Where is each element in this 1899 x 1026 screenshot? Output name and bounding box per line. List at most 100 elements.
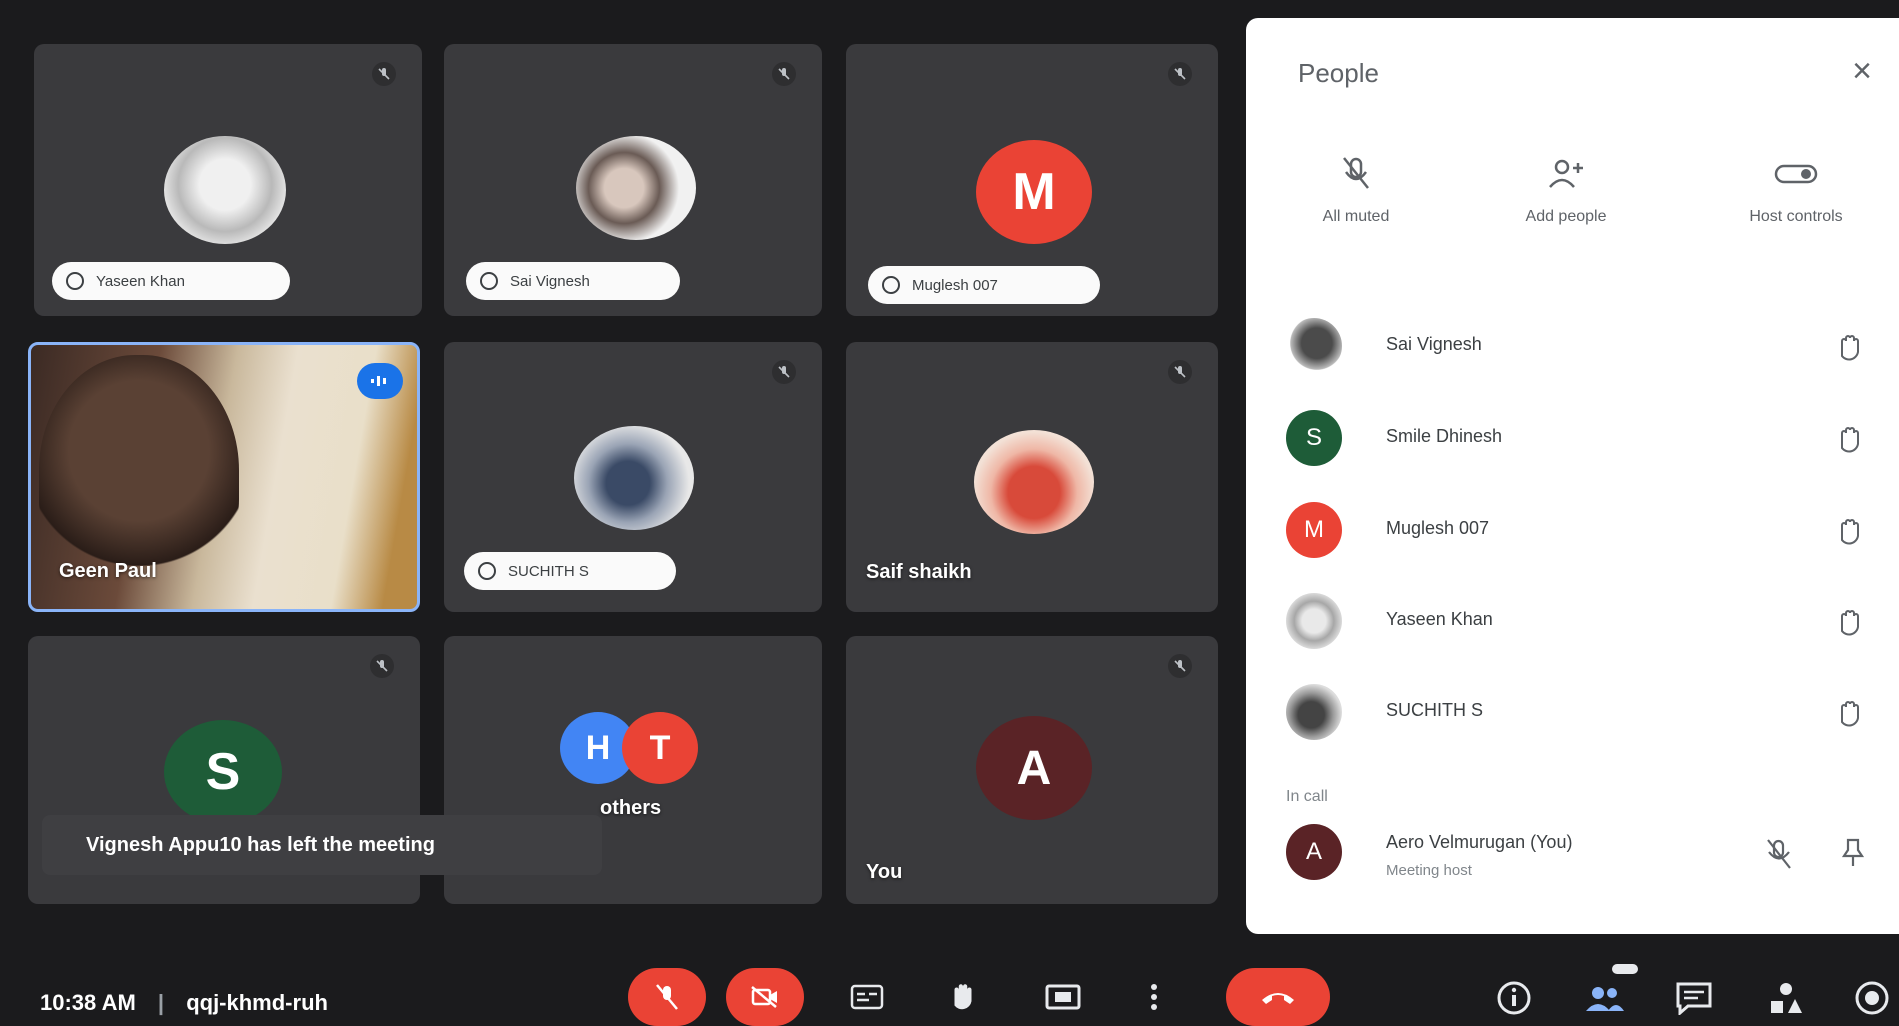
participant-row[interactable]: Sai Vignesh <box>1286 318 1886 382</box>
participant-name: Yaseen Khan <box>1386 609 1493 629</box>
raise-hand-button[interactable] <box>934 968 992 1026</box>
participant-name: SUCHITH S <box>1386 700 1484 720</box>
hand-icon[interactable] <box>1836 698 1864 730</box>
meeting-stage: Yaseen Khan Sai Vignesh M Muglesh 007 Ge… <box>0 0 1899 1026</box>
participant-name: Muglesh 007 <box>1386 518 1490 538</box>
mic-off-icon[interactable] <box>1764 838 1794 870</box>
separator: | <box>157 990 165 1015</box>
shield-lock-icon <box>1855 981 1889 1015</box>
left-meeting-toast: Vignesh Appu10 has left the meeting <box>42 815 602 875</box>
tile-suchith[interactable]: SUCHITH S <box>444 342 822 612</box>
hand-icon[interactable] <box>1836 424 1864 456</box>
participant-avatar <box>1286 684 1342 740</box>
present-screen-icon <box>1045 984 1081 1010</box>
participant-name: Aero Velmurugan (You) <box>1386 832 1573 852</box>
participant-row[interactable]: Yaseen Khan <box>1286 593 1886 657</box>
participant-avatar: A <box>1286 824 1342 880</box>
add-person-icon <box>1466 150 1666 198</box>
tile-sai-vignesh[interactable]: Sai Vignesh <box>444 44 822 316</box>
people-count-badge <box>1612 964 1638 974</box>
people-panel: People × All muted Add people Host contr… <box>1246 18 1899 934</box>
mic-off-icon <box>1168 360 1192 384</box>
hand-icon[interactable] <box>1836 516 1864 548</box>
tile-yaseen-khan[interactable]: Yaseen Khan <box>34 44 422 316</box>
add-people-button[interactable]: Add people <box>1466 150 1666 226</box>
speaking-indicator-icon <box>357 363 403 399</box>
chat-icon <box>1676 982 1712 1015</box>
avatar-photo <box>164 136 286 244</box>
pin-icon <box>882 276 900 294</box>
people-icon <box>1586 987 1624 1011</box>
pin-icon <box>478 562 496 580</box>
mic-off-icon <box>370 654 394 678</box>
toast-text: Vignesh Appu10 has left the meeting <box>86 833 435 856</box>
participant-name: Geen Paul <box>59 560 157 582</box>
control-label: All muted <box>1322 208 1390 225</box>
chat-button[interactable] <box>1674 978 1714 1018</box>
participant-row-host[interactable]: A Aero Velmurugan (You) Meeting host <box>1286 824 1886 888</box>
control-label: Host controls <box>1749 208 1843 225</box>
captions-button[interactable] <box>838 968 896 1026</box>
info-icon <box>1497 981 1531 1015</box>
hand-icon[interactable] <box>1836 332 1864 364</box>
people-button[interactable] <box>1584 964 1638 1018</box>
mic-off-icon <box>772 360 796 384</box>
mic-off-icon <box>372 62 396 86</box>
in-call-section-label: In call <box>1286 788 1328 805</box>
all-muted-button[interactable]: All muted <box>1256 150 1456 226</box>
panel-title: People <box>1298 58 1379 88</box>
present-button[interactable] <box>1034 968 1092 1026</box>
hand-icon <box>954 984 972 1010</box>
host-safety-button[interactable] <box>1852 978 1892 1018</box>
pin-icon[interactable] <box>1842 838 1864 868</box>
mic-off-icon <box>1256 150 1456 198</box>
close-icon[interactable]: × <box>1852 54 1872 88</box>
participant-name: Saif shaikh <box>866 561 972 583</box>
camera-off-icon <box>751 986 777 1008</box>
speaker-video <box>39 355 239 595</box>
pin-icon <box>66 272 84 290</box>
name-pill: SUCHITH S <box>464 552 676 590</box>
camera-off-button[interactable] <box>726 968 804 1026</box>
more-options-button[interactable] <box>1134 968 1174 1026</box>
mic-off-icon <box>656 984 678 1010</box>
participant-avatar <box>1286 593 1342 649</box>
participant-avatar: M <box>1286 502 1342 558</box>
participant-name: SUCHITH S <box>508 562 589 580</box>
participant-row[interactable]: SUCHITH S <box>1286 684 1886 748</box>
more-vert-icon <box>1151 984 1157 1010</box>
tile-you[interactable]: A You <box>846 636 1218 904</box>
avatar-photo <box>574 426 694 530</box>
participant-avatar: S <box>1286 410 1342 466</box>
pin-icon <box>480 272 498 290</box>
meeting-code: qqj-khmd-ruh <box>186 990 328 1015</box>
participant-row[interactable]: M Muglesh 007 <box>1286 502 1886 566</box>
participant-role: Meeting host <box>1386 862 1472 879</box>
participant-name: Sai Vignesh <box>1386 334 1482 354</box>
avatar-photo <box>576 136 696 240</box>
tile-active-speaker[interactable]: Geen Paul <box>28 342 420 612</box>
avatar-initial: M <box>976 140 1092 244</box>
participant-name: Smile Dhinesh <box>1386 426 1503 446</box>
leave-call-button[interactable] <box>1226 968 1330 1026</box>
host-controls-button[interactable]: Host controls <box>1696 150 1896 226</box>
others-label: others <box>600 797 662 819</box>
clock-time: 10:38 AM <box>40 990 136 1015</box>
meeting-details-button[interactable] <box>1494 978 1534 1018</box>
tile-saif-shaikh[interactable]: Saif shaikh <box>846 342 1218 612</box>
activities-icon <box>1771 983 1802 1013</box>
tile-muglesh[interactable]: M Muglesh 007 <box>846 44 1218 316</box>
meeting-info: 10:38 AM | qqj-khmd-ruh <box>40 990 328 1016</box>
you-label: You <box>866 861 903 883</box>
toggle-icon <box>1696 150 1896 198</box>
activities-button[interactable] <box>1766 978 1806 1018</box>
participant-name: Muglesh 007 <box>912 276 998 294</box>
mic-off-button[interactable] <box>628 968 706 1026</box>
avatar-initial: S <box>164 720 282 824</box>
avatar-initial: T <box>622 712 698 784</box>
avatar-initial: A <box>976 716 1092 820</box>
hand-icon[interactable] <box>1836 607 1864 639</box>
participant-name: Yaseen Khan <box>96 272 185 290</box>
participant-row[interactable]: S Smile Dhinesh <box>1286 410 1886 474</box>
name-pill: Sai Vignesh <box>466 262 680 300</box>
